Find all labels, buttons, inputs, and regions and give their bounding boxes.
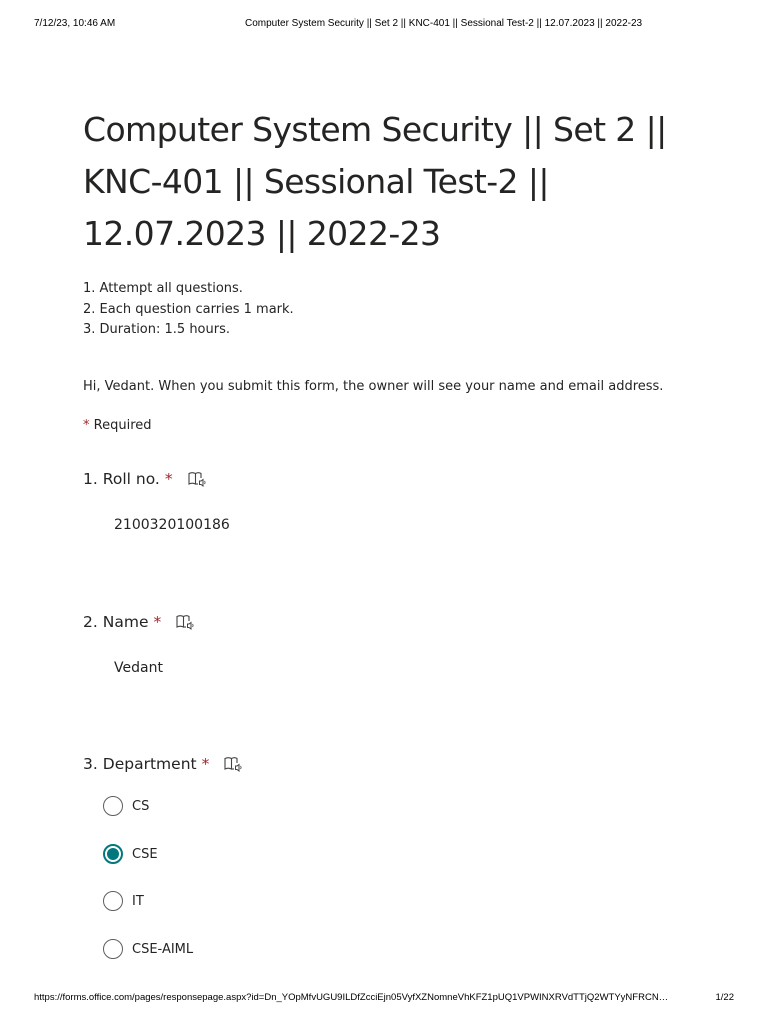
roll-no-answer: 2100320100186 xyxy=(114,517,230,533)
immersive-reader-icon[interactable] xyxy=(223,755,243,773)
option-label: CSE xyxy=(132,846,158,862)
description-line: 1. Attempt all questions. xyxy=(83,281,243,296)
question-label: Department xyxy=(102,755,197,773)
form-response-page: 7/12/23, 10:46 AM Computer System Securi… xyxy=(0,0,768,1024)
form-title: Computer System Security || Set 2 || KNC… xyxy=(83,110,667,253)
print-title: Computer System Security || Set 2 || KNC… xyxy=(245,18,643,29)
question-number: 1. xyxy=(83,470,98,488)
print-datetime: 7/12/23, 10:46 AM xyxy=(34,18,116,29)
required-asterisk: * xyxy=(201,755,210,773)
question-department: 3. Department * xyxy=(83,755,243,773)
option-label: IT xyxy=(132,893,144,909)
description-line: 3. Duration: 1.5 hours. xyxy=(83,322,230,337)
department-option-it[interactable]: IT xyxy=(103,891,144,911)
option-label: CS xyxy=(132,798,150,814)
immersive-reader-icon[interactable] xyxy=(187,470,207,488)
question-roll-no: 1. Roll no. * xyxy=(83,470,207,488)
question-number: 3. xyxy=(83,755,98,773)
page-indicator: 1/22 xyxy=(715,992,735,1003)
department-option-cs[interactable]: CS xyxy=(103,796,149,816)
department-option-cse[interactable]: CSE xyxy=(103,844,158,864)
identity-notice: Hi, Vedant. When you submit this form, t… xyxy=(83,379,664,394)
question-number: 2. xyxy=(83,613,98,631)
required-label: Required xyxy=(93,418,152,433)
print-header: 7/12/23, 10:46 AM Computer System Securi… xyxy=(34,16,738,32)
question-label: Name xyxy=(102,613,149,631)
immersive-reader-icon[interactable] xyxy=(175,613,195,631)
option-label: CSE-AIML xyxy=(132,941,194,957)
print-url: https://forms.office.com/pages/responsep… xyxy=(34,992,669,1003)
required-asterisk: * xyxy=(164,470,173,488)
radio-button[interactable] xyxy=(103,796,123,816)
question-name: 2. Name * xyxy=(83,613,195,631)
radio-button-selected[interactable] xyxy=(103,844,123,864)
form-description: 1. Attempt all questions. 2. Each questi… xyxy=(83,279,294,341)
name-answer: Vedant xyxy=(114,660,163,676)
radio-button[interactable] xyxy=(103,891,123,911)
question-label: Roll no. xyxy=(102,470,160,488)
radio-button[interactable] xyxy=(103,939,123,959)
description-line: 2. Each question carries 1 mark. xyxy=(83,301,294,317)
department-option-cse-aiml[interactable]: CSE-AIML xyxy=(103,939,193,959)
print-footer: https://forms.office.com/pages/responsep… xyxy=(34,992,734,1006)
required-asterisk: * xyxy=(153,613,162,631)
required-asterisk: * xyxy=(83,418,90,433)
required-note: * Required xyxy=(83,418,152,433)
